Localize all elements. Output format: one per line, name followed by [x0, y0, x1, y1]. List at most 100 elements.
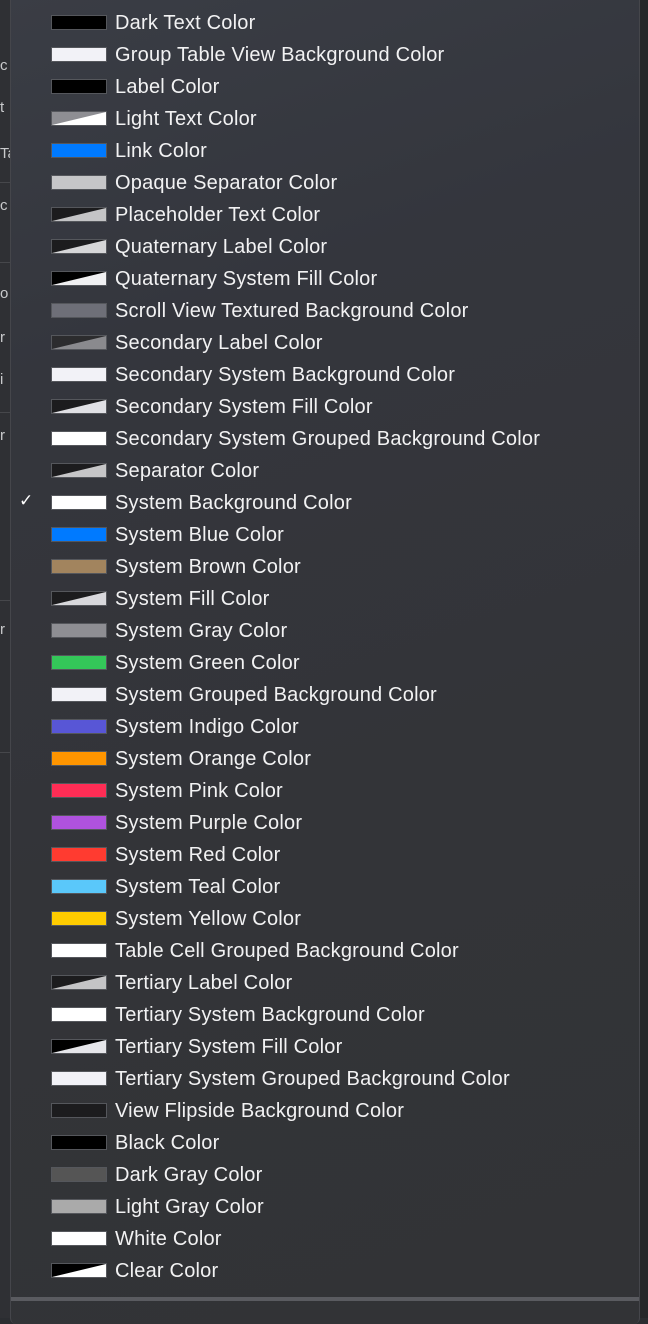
menu-item-color[interactable]: Quaternary Label Color — [11, 230, 639, 262]
menu-item-color[interactable]: System Fill Color — [11, 582, 639, 614]
menu-item-color[interactable]: System Orange Color — [11, 742, 639, 774]
menu-item-color[interactable]: Tertiary System Grouped Background Color — [11, 1062, 639, 1094]
menu-item-label: Secondary System Background Color — [115, 364, 456, 386]
menu-item-color[interactable]: Scroll View Textured Background Color — [11, 294, 639, 326]
swatch-fill — [52, 784, 106, 797]
menu-item-color[interactable]: Placeholder Text Color — [11, 198, 639, 230]
swatch-fill — [52, 432, 106, 445]
swatch-fill — [52, 1136, 106, 1149]
menu-item-color[interactable]: System Pink Color — [11, 774, 639, 806]
color-swatch — [51, 623, 107, 638]
menu-item-color[interactable]: System Indigo Color — [11, 710, 639, 742]
menu-item-label: Tertiary System Grouped Background Color — [115, 1068, 510, 1090]
background-divider — [0, 262, 10, 263]
menu-item-color[interactable]: Group Table View Background Color — [11, 38, 639, 70]
swatch-fill — [52, 720, 106, 733]
color-swatch — [51, 463, 107, 478]
background-text-fragment: Ta — [0, 146, 10, 162]
color-swatch — [51, 335, 107, 350]
color-swatch — [51, 175, 107, 190]
menu-item-color[interactable]: ✓ System Background Color — [11, 486, 639, 518]
swatch-fill — [52, 688, 106, 701]
menu-item-label: Placeholder Text Color — [115, 204, 321, 226]
swatch-fill — [52, 368, 106, 381]
menu-item-color[interactable]: View Flipside Background Color — [11, 1094, 639, 1126]
menu-item-color[interactable]: System Green Color — [11, 646, 639, 678]
menu-item-label: System Pink Color — [115, 780, 283, 802]
swatch-fill — [52, 48, 106, 61]
color-swatch — [51, 911, 107, 926]
menu-item-color[interactable]: System Teal Color — [11, 870, 639, 902]
menu-item-label: Light Text Color — [115, 108, 257, 130]
color-swatch — [51, 271, 107, 286]
swatch-fill — [52, 1168, 106, 1181]
menu-item-color[interactable]: Tertiary System Fill Color — [11, 1030, 639, 1062]
color-swatch — [51, 143, 107, 158]
color-swatch — [51, 527, 107, 542]
menu-item-label: System Fill Color — [115, 588, 270, 610]
menu-item-label: Secondary Label Color — [115, 332, 323, 354]
menu-item-label: Scroll View Textured Background Color — [115, 300, 469, 322]
background-divider — [0, 412, 10, 413]
swatch-fill — [52, 16, 106, 29]
menu-item-color[interactable]: Dark Text Color — [11, 6, 639, 38]
menu-item-color[interactable]: Secondary System Grouped Background Colo… — [11, 422, 639, 454]
menu-item-color[interactable]: System Gray Color — [11, 614, 639, 646]
menu-item-label: System Gray Color — [115, 620, 288, 642]
menu-item-color[interactable]: White Color — [11, 1222, 639, 1254]
menu-item-label: Label Color — [115, 76, 220, 98]
swatch-fill — [52, 752, 106, 765]
menu-item-label: White Color — [115, 1228, 222, 1250]
checkmark-icon: ✓ — [19, 491, 34, 510]
color-swatch — [51, 751, 107, 766]
menu-item-color[interactable]: System Brown Color — [11, 550, 639, 582]
menu-item-color[interactable]: Secondary System Background Color — [11, 358, 639, 390]
swatch-fill — [52, 656, 106, 669]
swatch-fill — [52, 80, 106, 93]
menu-item-color[interactable]: System Blue Color — [11, 518, 639, 550]
swatch-fill — [52, 1072, 106, 1085]
menu-item-color[interactable]: System Yellow Color — [11, 902, 639, 934]
menu-item-color[interactable]: Table Cell Grouped Background Color — [11, 934, 639, 966]
menu-item-label: View Flipside Background Color — [115, 1100, 405, 1122]
menu-item-color[interactable]: Opaque Separator Color — [11, 166, 639, 198]
menu-item-color[interactable]: Secondary System Fill Color — [11, 390, 639, 422]
background-divider — [0, 752, 10, 753]
menu-item-color[interactable]: Separator Color — [11, 454, 639, 486]
color-swatch — [51, 943, 107, 958]
swatch-fill — [52, 1232, 106, 1245]
menu-item-color[interactable]: Tertiary Label Color — [11, 966, 639, 998]
menu-item-color[interactable]: System Grouped Background Color — [11, 678, 639, 710]
background-text-fragment: o — [0, 286, 9, 302]
menu-item-label: System Grouped Background Color — [115, 684, 437, 706]
window-edge-right — [639, 0, 648, 1318]
menu-item-color[interactable]: Secondary Label Color — [11, 326, 639, 358]
menu-item-label: Quaternary Label Color — [115, 236, 328, 258]
menu-item-color[interactable]: Quaternary System Fill Color — [11, 262, 639, 294]
color-swatch — [51, 1039, 107, 1054]
menu-item-color[interactable]: Light Gray Color — [11, 1190, 639, 1222]
menu-item-color[interactable]: Dark Gray Color — [11, 1158, 639, 1190]
menu-item-color[interactable]: Light Text Color — [11, 102, 639, 134]
menu-item-color[interactable]: System Purple Color — [11, 806, 639, 838]
menu-item-color[interactable]: Clear Color — [11, 1254, 639, 1286]
color-swatch — [51, 47, 107, 62]
background-text-fragment: c — [0, 198, 8, 214]
color-swatch — [51, 1231, 107, 1246]
background-text-fragment: c — [0, 58, 8, 74]
menu-item-label: System Orange Color — [115, 748, 312, 770]
menu-item-color[interactable]: Black Color — [11, 1126, 639, 1158]
menu-item-label: System Indigo Color — [115, 716, 299, 738]
swatch-fill — [52, 144, 106, 157]
color-swatch — [51, 1071, 107, 1086]
color-swatch — [51, 111, 107, 126]
swatch-fill — [52, 1008, 106, 1021]
menu-item-label: Quaternary System Fill Color — [115, 268, 378, 290]
color-swatch — [51, 559, 107, 574]
menu-item-label: System Blue Color — [115, 524, 285, 546]
menu-item-color[interactable]: Label Color — [11, 70, 639, 102]
menu-item-color[interactable]: Link Color — [11, 134, 639, 166]
menu-item-color[interactable]: System Red Color — [11, 838, 639, 870]
swatch-fill — [52, 528, 106, 541]
menu-item-color[interactable]: Tertiary System Background Color — [11, 998, 639, 1030]
